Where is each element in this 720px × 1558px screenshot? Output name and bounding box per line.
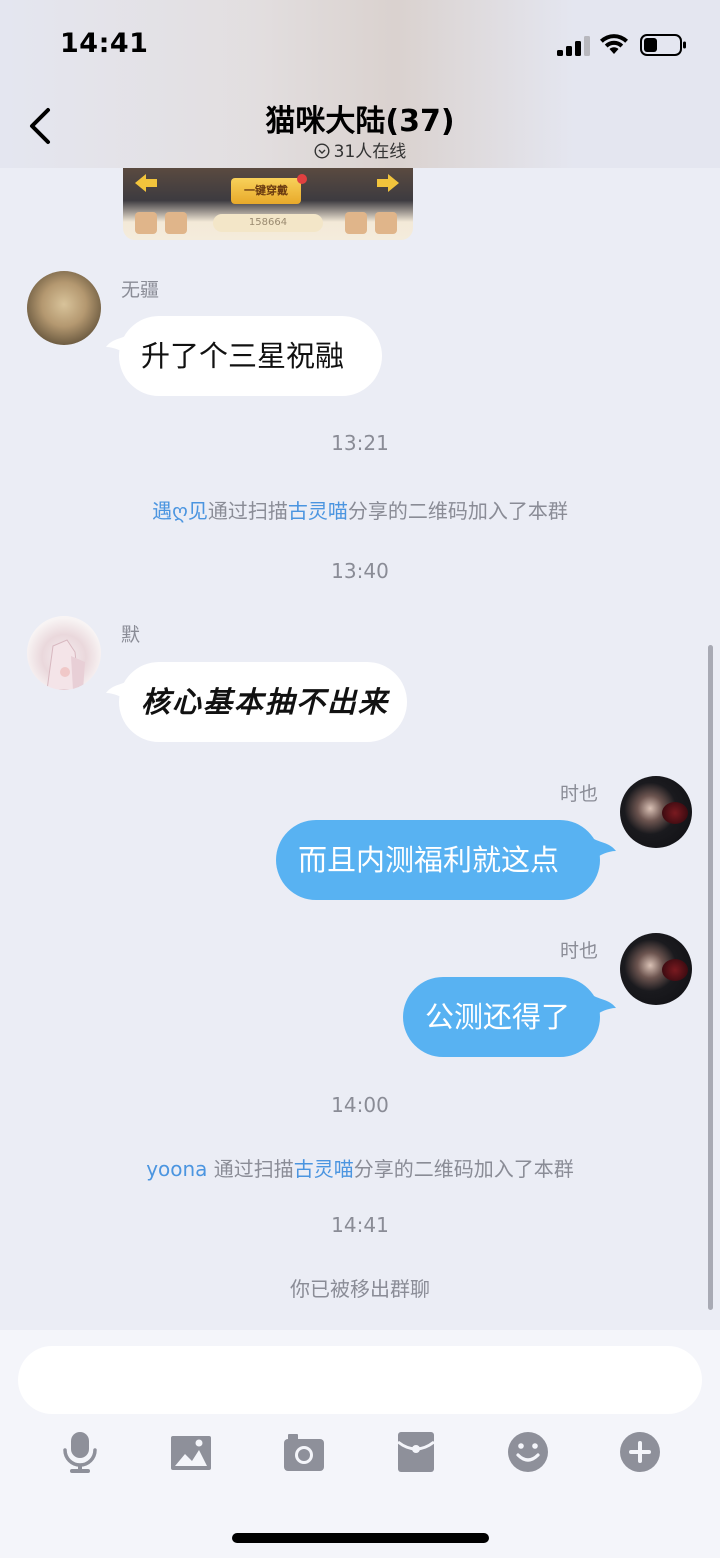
status-time: 14:41 [60, 28, 149, 59]
system-removed-message: 你已被移出群聊 [290, 1277, 430, 1301]
message-input[interactable] [18, 1346, 702, 1414]
online-count[interactable]: 31人在线 [0, 137, 720, 162]
red-packet-icon[interactable] [394, 1430, 438, 1474]
sender-name: 默 [121, 624, 141, 646]
game-item-icon [375, 212, 397, 234]
user-link[interactable]: 古灵喵 [294, 1157, 354, 1181]
image-icon[interactable] [169, 1430, 213, 1474]
game-score: 158664 [213, 214, 323, 232]
message-bubble[interactable]: 核心基本抽不出来 [119, 662, 407, 742]
emoji-icon[interactable] [506, 1430, 550, 1474]
arrow-left-icon [135, 174, 157, 192]
timestamp: 14:00 [331, 1093, 389, 1117]
timestamp: 13:40 [331, 559, 389, 583]
camera-icon[interactable] [282, 1430, 326, 1474]
avatar-decoration [662, 802, 688, 824]
system-text: 分享的二维码加入了本群 [347, 499, 568, 523]
message-bubble[interactable]: 公测还得了 [403, 977, 600, 1057]
game-item-icon [345, 212, 367, 234]
chat-screen: 14:41 猫咪大陆(37) 31人在线 一键穿戴 158664 无疆 升了个三… [0, 0, 720, 1558]
avatar-illustration [46, 639, 85, 690]
timestamp: 13:21 [331, 431, 389, 455]
user-link[interactable]: yoona [146, 1157, 207, 1181]
home-indicator[interactable] [232, 1533, 489, 1543]
sender-name: 时也 [559, 940, 598, 962]
avatar[interactable] [620, 776, 692, 848]
system-join-message: yoona 通过扫描古灵喵分享的二维码加入了本群 [0, 1153, 720, 1182]
timestamp: 14:41 [331, 1213, 389, 1237]
equip-all-label: 一键穿戴 [231, 178, 301, 204]
avatar-decoration [662, 959, 688, 981]
battery-icon [640, 34, 686, 56]
group-title[interactable]: 猫咪大陆(37) [0, 96, 720, 140]
system-text: 通过扫描 [207, 1157, 294, 1181]
cellular-signal-icon [557, 36, 590, 56]
wifi-icon [600, 34, 628, 54]
scrollbar[interactable] [708, 645, 713, 1310]
avatar[interactable] [620, 933, 692, 1005]
avatar[interactable] [27, 271, 101, 345]
arrow-right-icon [377, 174, 399, 192]
microphone-icon[interactable] [58, 1430, 102, 1474]
user-link[interactable]: 古灵喵 [288, 499, 348, 523]
system-text: 分享的二维码加入了本群 [353, 1157, 574, 1181]
notification-dot [297, 174, 307, 184]
system-join-message: 遇ღ见通过扫描古灵喵分享的二维码加入了本群 [0, 495, 720, 524]
message-bubble[interactable]: 而且内测福利就这点 [276, 820, 600, 900]
image-message[interactable]: 一键穿戴 158664 [123, 168, 413, 240]
avatar[interactable] [27, 616, 101, 690]
system-text: 通过扫描 [207, 499, 288, 523]
online-count-label: 31人在线 [333, 142, 407, 162]
game-item-icon [165, 212, 187, 234]
chevron-circle-icon [314, 143, 330, 159]
message-bubble[interactable]: 升了个三星祝融 [119, 316, 382, 396]
game-item-icon [135, 212, 157, 234]
sender-name: 时也 [559, 783, 598, 805]
user-link[interactable]: 遇ღ见 [152, 499, 208, 523]
plus-icon[interactable] [618, 1430, 662, 1474]
sender-name: 无疆 [121, 279, 160, 301]
